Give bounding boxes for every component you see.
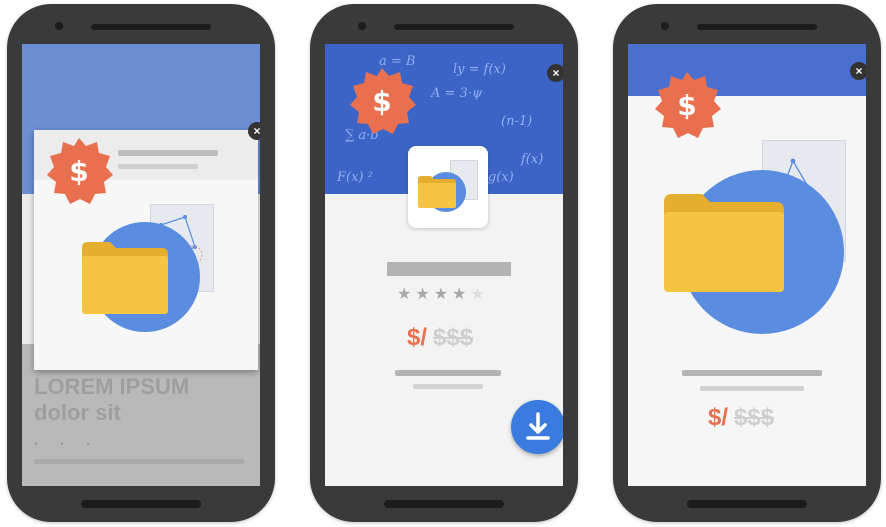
- close-icon[interactable]: ×: [850, 62, 866, 80]
- discount-price: $/: [407, 324, 428, 351]
- folder-icon: [664, 194, 784, 292]
- home-bar: [384, 500, 504, 508]
- svg-text:$: $: [69, 155, 88, 188]
- phone-1: LOREM IPSUM dolor sit • • • $ ×: [7, 4, 275, 522]
- formula-text: (n-1): [501, 114, 533, 129]
- rating-stars: ★★★★★: [397, 284, 489, 304]
- description-bar: [395, 370, 501, 376]
- speaker-grille: [394, 24, 514, 30]
- folder-icon: [418, 176, 456, 208]
- formula-text: ly = f(x): [453, 62, 506, 77]
- formula-text: A = 3·ψ: [431, 86, 483, 101]
- svg-text:$: $: [372, 85, 391, 118]
- formula-text: f(x): [521, 152, 544, 167]
- star-icon: ★: [470, 286, 489, 303]
- folder-icon: [82, 242, 168, 314]
- front-camera: [55, 22, 63, 30]
- background-headline: LOREM IPSUM dolor sit: [34, 374, 189, 426]
- background-dots: • • •: [34, 439, 101, 450]
- discount-price: $/: [708, 404, 729, 431]
- phone-3-screen: $ × $/$$$: [628, 44, 866, 486]
- app-icon-card[interactable]: [408, 146, 488, 228]
- original-price: $$$: [734, 404, 775, 431]
- background-text-line: [34, 459, 244, 464]
- star-icon: ★: [452, 286, 471, 303]
- price-tag-badge-icon: $: [350, 68, 416, 134]
- svg-text:$: $: [677, 89, 696, 122]
- formula-text: F(x) ²: [337, 170, 373, 185]
- home-bar: [81, 500, 201, 508]
- original-price: $$$: [433, 324, 474, 351]
- phone-3: $ × $/$$$: [613, 4, 881, 522]
- home-bar: [687, 500, 807, 508]
- description-bar: [700, 386, 804, 391]
- price-tag-badge-icon: $: [655, 72, 721, 138]
- phone-1-screen: LOREM IPSUM dolor sit • • • $ ×: [22, 44, 260, 486]
- description-bar: [413, 384, 483, 389]
- headline-line-1: LOREM IPSUM: [34, 374, 190, 399]
- description-bar: [682, 370, 822, 376]
- star-icon: ★: [433, 286, 453, 303]
- price-label: $/$$$: [407, 324, 473, 352]
- price-tag-badge-icon: $: [47, 138, 113, 204]
- popup-subtitle-bar: [118, 164, 198, 169]
- speaker-grille: [91, 24, 211, 30]
- price-label: $/$$$: [708, 404, 774, 432]
- front-camera: [358, 22, 366, 30]
- close-icon[interactable]: ×: [547, 64, 563, 82]
- download-icon: [526, 412, 550, 440]
- speaker-grille: [697, 24, 817, 30]
- star-icon: ★: [397, 286, 416, 303]
- download-button[interactable]: [511, 400, 563, 454]
- app-title-bar: [387, 262, 511, 276]
- popup-title-bar: [118, 150, 218, 156]
- front-camera: [661, 22, 669, 30]
- headline-line-2: dolor sit: [34, 400, 121, 425]
- star-icon: ★: [415, 286, 434, 303]
- close-icon[interactable]: ×: [248, 122, 260, 140]
- phone-2-screen: a = B ly = f(x) A = 3·ψ ∑ a·b f(x) (n-1)…: [325, 44, 563, 486]
- phone-2: a = B ly = f(x) A = 3·ψ ∑ a·b f(x) (n-1)…: [310, 4, 578, 522]
